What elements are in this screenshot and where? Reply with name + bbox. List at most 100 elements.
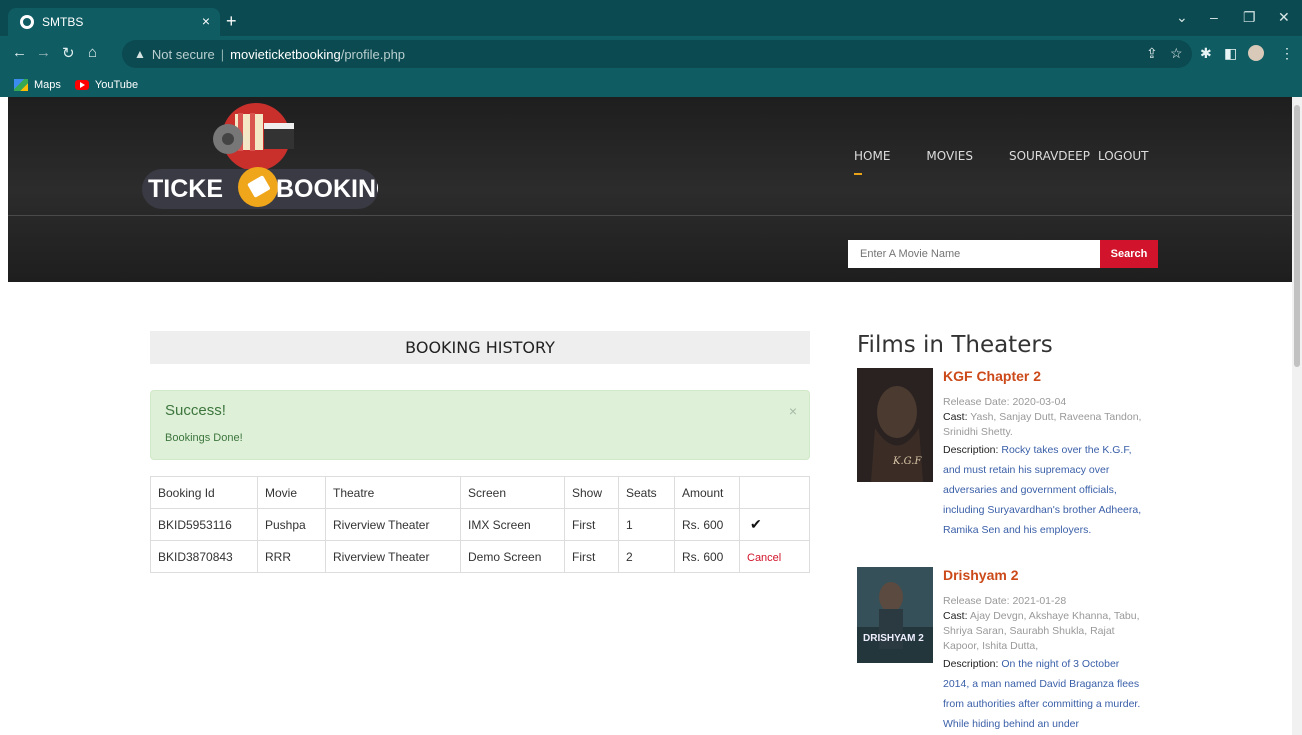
film-details: Release Date: 2021-01-28 Cast: Ajay Devg… <box>943 594 1143 734</box>
booking-theatre: Riverview Theater <box>325 540 461 573</box>
booking-amount: Rs. 600 <box>674 540 740 573</box>
globe-icon <box>20 15 34 29</box>
alert-close-icon[interactable]: × <box>789 403 797 419</box>
site-header: TICKE BOOKING HOME MOVIES SOURAVDEEP LOG… <box>8 97 1292 282</box>
alert-title: Success! <box>165 402 226 419</box>
table-row: BKID3870843 RRR Riverview Theater Demo S… <box>150 540 810 573</box>
url-path: /profile.php <box>340 46 406 62</box>
bookmark-maps[interactable]: Maps <box>14 78 61 91</box>
description-label: Description: <box>943 444 999 456</box>
search-button[interactable]: Search <box>1100 240 1158 268</box>
cast-list: Yash, Sanjay Dutt, Raveena Tandon, Srini… <box>943 411 1142 438</box>
poster-title: DRISHYAM 2 <box>863 633 924 644</box>
booking-movie: Pushpa <box>257 508 326 541</box>
window-close-icon[interactable]: ✕ <box>1278 9 1290 26</box>
film-poster[interactable]: K.G.F <box>857 368 933 482</box>
maximize-icon[interactable]: ❐ <box>1243 9 1256 26</box>
column-header: Amount <box>674 476 740 509</box>
film-card: DRISHYAM 2 Drishyam 2 Release Date: 2021… <box>857 567 1287 735</box>
nav-logout[interactable]: LOGOUT <box>1098 149 1149 163</box>
logo-text-left: TICKE <box>148 175 223 203</box>
booking-seats: 1 <box>618 508 675 541</box>
close-tab-icon[interactable]: × <box>202 13 210 29</box>
cast-label: Cast: <box>943 411 968 423</box>
release-date: 2020-03-04 <box>1012 396 1067 408</box>
table-header-row: Booking Id Movie Theatre Screen Show Sea… <box>150 476 810 509</box>
film-title[interactable]: Drishyam 2 <box>943 567 1018 583</box>
column-header: Seats <box>618 476 675 509</box>
booking-screen: IMX Screen <box>460 508 565 541</box>
movie-search-input[interactable] <box>848 240 1100 268</box>
description-label: Description: <box>943 658 999 670</box>
column-header: Theatre <box>325 476 461 509</box>
tab-search-icon[interactable]: ⌄ <box>1176 9 1188 26</box>
checkmark-icon: ✔ <box>739 508 810 541</box>
minimize-icon[interactable]: – <box>1210 9 1218 25</box>
forward-icon[interactable]: → <box>36 44 51 61</box>
scrollbar-thumb[interactable] <box>1294 105 1300 367</box>
film-details: Release Date: 2020-03-04 Cast: Yash, San… <box>943 395 1143 540</box>
poster-title: K.G.F <box>892 456 922 467</box>
home-icon[interactable]: ⌂ <box>88 44 97 61</box>
star-icon[interactable]: ☆ <box>1170 45 1183 62</box>
cancel-cell: Cancel <box>739 540 810 573</box>
booking-seats: 2 <box>618 540 675 573</box>
film-description: Rocky takes over the K.G.F, and must ret… <box>943 444 1142 536</box>
bookmark-label: Maps <box>34 78 61 91</box>
page-scrollbar[interactable] <box>1292 97 1302 735</box>
booking-id: BKID3870843 <box>150 540 258 573</box>
warning-icon: ▲ <box>134 47 146 61</box>
cast-list: Ajay Devgn, Akshaye Khanna, Tabu, Shriya… <box>943 610 1140 652</box>
maps-icon <box>14 78 28 91</box>
nav-profile[interactable]: SOURAVDEEP <box>1009 149 1090 163</box>
release-label: Release Date: <box>943 595 1010 607</box>
page-content: TICKE BOOKING HOME MOVIES SOURAVDEEP LOG… <box>0 97 1292 735</box>
column-header: Movie <box>257 476 326 509</box>
column-header: Screen <box>460 476 565 509</box>
back-icon[interactable]: ← <box>12 44 27 61</box>
booking-screen: Demo Screen <box>460 540 565 573</box>
column-header: Show <box>564 476 619 509</box>
nav-home[interactable]: HOME <box>854 149 890 175</box>
booking-id: BKID5953116 <box>150 508 258 541</box>
cast-label: Cast: <box>943 610 968 622</box>
menu-icon[interactable]: ⋮ <box>1280 45 1294 62</box>
film-card: K.G.F KGF Chapter 2 Release Date: 2020-0… <box>857 368 1287 558</box>
column-header <box>739 476 810 509</box>
booking-table: Booking Id Movie Theatre Screen Show Sea… <box>150 476 810 573</box>
browser-tab[interactable]: SMTBS × <box>8 8 220 36</box>
success-alert: Success! Bookings Done! × <box>150 390 810 460</box>
address-bar[interactable]: ▲ Not secure | movieticketbooking /profi… <box>122 40 1192 68</box>
logo-text-right: BOOKING <box>276 175 378 203</box>
nav-movies[interactable]: MOVIES <box>926 149 973 163</box>
bookmark-youtube[interactable]: YouTube <box>74 78 139 91</box>
booking-show: First <box>564 508 619 541</box>
film-poster[interactable]: DRISHYAM 2 <box>857 567 933 663</box>
booking-history-heading: BOOKING HISTORY <box>150 331 810 364</box>
profile-avatar[interactable] <box>1248 45 1264 61</box>
not-secure-label: Not secure <box>151 46 215 62</box>
column-header: Booking Id <box>150 476 258 509</box>
bookmark-label: YouTube <box>94 78 139 91</box>
reload-icon[interactable]: ↻ <box>62 44 75 62</box>
booking-amount: Rs. 600 <box>674 508 740 541</box>
address-separator: | <box>220 46 225 62</box>
extensions-icon[interactable]: ✱ <box>1200 45 1212 62</box>
main-nav: HOME MOVIES SOURAVDEEP LOGOUT <box>854 149 1185 175</box>
tab-title: SMTBS <box>42 15 84 29</box>
sidepanel-icon[interactable]: ◧ <box>1224 45 1237 62</box>
film-title[interactable]: KGF Chapter 2 <box>943 368 1041 384</box>
sidebar-title: Films in Theaters <box>857 332 1053 358</box>
url-host: movieticketbooking <box>230 46 341 62</box>
alert-text: Bookings Done! <box>165 432 243 444</box>
booking-theatre: Riverview Theater <box>325 508 461 541</box>
table-row: BKID5953116 Pushpa Riverview Theater IMX… <box>150 508 810 541</box>
release-date: 2021-01-28 <box>1012 595 1067 607</box>
site-logo[interactable]: TICKE BOOKING <box>138 99 378 217</box>
new-tab-icon[interactable]: + <box>226 12 237 30</box>
cancel-booking-link[interactable]: Cancel <box>747 552 781 564</box>
bookmarks-bar: Maps YouTube <box>0 72 1302 97</box>
booking-movie: RRR <box>257 540 326 573</box>
share-icon[interactable]: ⇪ <box>1146 45 1158 62</box>
booking-show: First <box>564 540 619 573</box>
